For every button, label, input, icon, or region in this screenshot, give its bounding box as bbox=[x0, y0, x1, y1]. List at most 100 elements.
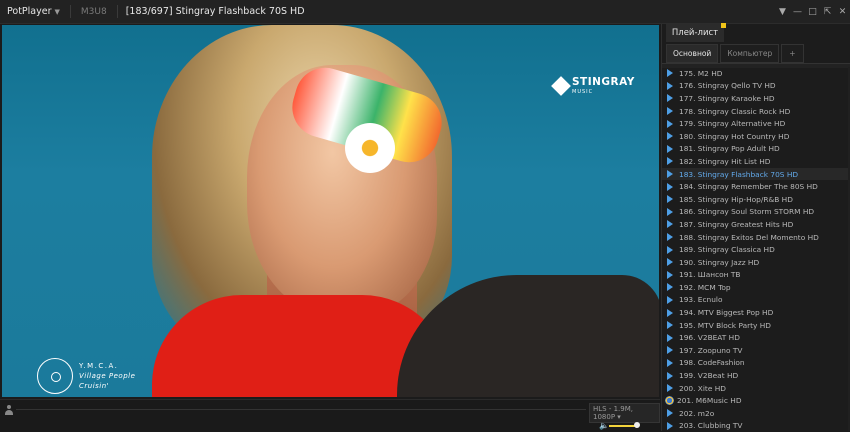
play-icon bbox=[667, 195, 673, 204]
play-icon bbox=[667, 371, 673, 380]
playlist-item[interactable]: 186. Stingray Soul Storm STORM HD bbox=[662, 206, 848, 219]
playlist-item[interactable]: 181. Stingray Pop Adult HD bbox=[662, 143, 848, 156]
tab-main[interactable]: Основной bbox=[666, 44, 719, 63]
song-artist: Village People bbox=[79, 372, 136, 380]
video-area[interactable]: STINGRAY MUSIC Y.M.C.A. Village People C… bbox=[2, 25, 659, 397]
playlist-item[interactable]: 199. V2Beat HD bbox=[662, 369, 848, 382]
playlist-item[interactable]: 175. M2 HD bbox=[662, 67, 848, 80]
playlist-item-label: 193. Ecnulo bbox=[679, 295, 723, 305]
playlist-item[interactable]: 184. Stingray Remember The 80S HD bbox=[662, 180, 848, 193]
playlist-item-label: 187. Stingray Greatest Hits HD bbox=[679, 219, 794, 229]
playlist-item[interactable]: 185. Stingray Hip-Hop/R&B HD bbox=[662, 193, 848, 206]
playlist-item[interactable]: 202. m2o bbox=[662, 407, 848, 420]
fullscreen-icon[interactable]: ⇱ bbox=[820, 7, 835, 17]
divider bbox=[116, 5, 118, 18]
playlist-item-label: 192. MCM Top bbox=[679, 282, 731, 292]
user-icon[interactable] bbox=[4, 405, 14, 415]
song-title: Y.M.C.A. bbox=[79, 362, 119, 370]
playlist-item[interactable]: 198. CodeFashion bbox=[662, 357, 848, 370]
minimize-icon[interactable]: — bbox=[790, 7, 805, 17]
video-frame-daisy bbox=[345, 123, 395, 173]
playlist-item-label: 176. Stingray Qello TV HD bbox=[679, 81, 776, 91]
play-icon bbox=[667, 94, 673, 103]
playlist-item[interactable]: 179. Stingray Alternative HD bbox=[662, 117, 848, 130]
panel-title: Плей-лист bbox=[671, 28, 719, 38]
control-bar: HLS - 1.9M, 1080P ▾ 🔈 bbox=[0, 399, 660, 432]
play-icon bbox=[667, 333, 673, 342]
playlist-item-label: 180. Stingray Hot Country HD bbox=[679, 131, 790, 141]
logo-brand: STINGRAY bbox=[572, 76, 635, 88]
play-icon bbox=[667, 321, 673, 330]
playlist: 175. M2 HD 176. Stingray Qello TV HD 177. … bbox=[662, 67, 848, 432]
format-label: M3U8 bbox=[80, 6, 107, 17]
title-bar: PotPlayer ▼ M3U8 [183/697] Stingray Flas… bbox=[0, 0, 850, 24]
playlist-item[interactable]: 191. Шансон ТВ bbox=[662, 269, 848, 282]
ie-icon bbox=[665, 396, 674, 406]
playlist-item-label: 177. Stingray Karaoke HD bbox=[679, 93, 775, 103]
playlist-item[interactable]: 180. Stingray Hot Country HD bbox=[662, 130, 848, 143]
play-icon bbox=[667, 346, 673, 355]
play-icon bbox=[667, 295, 673, 304]
app-menu-button[interactable]: PotPlayer ▼ bbox=[0, 0, 66, 23]
playlist-item-label: 188. Stingray Exitos Del Momento HD bbox=[679, 232, 819, 242]
seek-bar[interactable] bbox=[16, 409, 586, 410]
playlist-item[interactable]: 197. Zoopuno TV bbox=[662, 344, 848, 357]
volume-knob[interactable] bbox=[634, 422, 640, 428]
play-icon bbox=[667, 81, 673, 90]
playlist-item[interactable]: 189. Stingray Classica HD bbox=[662, 243, 848, 256]
playlist-item[interactable]: 187. Stingray Greatest Hits HD bbox=[662, 218, 848, 231]
playlist-item[interactable]: 193. Ecnulo bbox=[662, 294, 848, 307]
playlist-item[interactable]: 192. MCM Top bbox=[662, 281, 848, 294]
playlist-item-label: 200. Xite HD bbox=[679, 383, 726, 393]
playlist-item-label: 175. M2 HD bbox=[679, 68, 723, 78]
playlist-item-label: 203. Clubbing TV bbox=[679, 421, 743, 431]
play-icon bbox=[667, 358, 673, 367]
close-icon[interactable]: ✕ bbox=[835, 7, 850, 17]
stream-info-label: HLS - 1.9M, 1080P bbox=[593, 405, 633, 421]
vinyl-disc-icon bbox=[37, 358, 73, 394]
playlist-item-label: 189. Stingray Classica HD bbox=[679, 245, 775, 255]
play-icon bbox=[667, 308, 673, 317]
add-tab-button[interactable]: + bbox=[781, 44, 804, 63]
playlist-item[interactable]: 203. Clubbing TV bbox=[662, 420, 848, 432]
maximize-icon[interactable]: □ bbox=[805, 7, 820, 17]
playlist-item-label: 199. V2Beat HD bbox=[679, 371, 739, 381]
playlist-item-label: 197. Zoopuno TV bbox=[679, 345, 743, 355]
play-icon bbox=[667, 144, 673, 153]
playlist-panel-tab[interactable]: Плей-лист bbox=[666, 23, 726, 42]
playlist-item-label: 182. Stingray Hit List HD bbox=[679, 156, 771, 166]
pin-icon[interactable]: ▼ bbox=[775, 7, 790, 17]
play-icon bbox=[667, 170, 673, 179]
playlist-item[interactable]: 190. Stingray Jazz HD bbox=[662, 256, 848, 269]
playlist-item[interactable]: 177. Stingray Karaoke HD bbox=[662, 92, 848, 105]
panel-notch bbox=[721, 23, 726, 28]
tab-computer[interactable]: Компьютер bbox=[720, 44, 780, 63]
now-playing-card: Y.M.C.A. Village People Cruisin' bbox=[37, 358, 135, 394]
chevron-down-icon: ▼ bbox=[54, 7, 60, 16]
playlist-item[interactable]: 183. Stingray Flashback 70S HD bbox=[662, 167, 848, 181]
play-icon bbox=[667, 270, 673, 279]
playlist-item[interactable]: 195. MTV Block Party HD bbox=[662, 319, 848, 332]
song-album: Cruisin' bbox=[79, 382, 110, 390]
stream-info-dropdown[interactable]: HLS - 1.9M, 1080P ▾ bbox=[589, 403, 660, 423]
speaker-icon[interactable]: 🔈 bbox=[599, 421, 609, 430]
playlist-item[interactable]: 201. M6Music HD bbox=[662, 394, 848, 407]
play-icon bbox=[667, 384, 673, 393]
play-icon bbox=[667, 132, 673, 141]
playlist-tabs: Основной Компьютер + bbox=[666, 44, 804, 63]
playlist-item[interactable]: 182. Stingray Hit List HD bbox=[662, 155, 848, 168]
play-icon bbox=[667, 220, 673, 229]
playlist-item[interactable]: 176. Stingray Qello TV HD bbox=[662, 80, 848, 93]
playlist-panel: Плей-лист Основной Компьютер + 175. M2 H… bbox=[661, 23, 850, 432]
playlist-item[interactable]: 178. Stingray Classic Rock HD bbox=[662, 105, 848, 118]
window-title: [183/697] Stingray Flashback 70S HD bbox=[125, 6, 305, 17]
playlist-item[interactable]: 188. Stingray Exitos Del Momento HD bbox=[662, 231, 848, 244]
playlist-item-label: 202. m2o bbox=[679, 408, 715, 418]
playlist-item[interactable]: 196. V2BEAT HD bbox=[662, 331, 848, 344]
playlist-item[interactable]: 194. MTV Biggest Pop HD bbox=[662, 306, 848, 319]
playlist-item-label: 186. Stingray Soul Storm STORM HD bbox=[679, 207, 815, 217]
playlist-item-label: 179. Stingray Alternative HD bbox=[679, 119, 786, 129]
playlist-item[interactable]: 200. Xite HD bbox=[662, 382, 848, 395]
logo-sub: MUSIC bbox=[572, 88, 594, 95]
playlist-item-label: 195. MTV Block Party HD bbox=[679, 320, 771, 330]
